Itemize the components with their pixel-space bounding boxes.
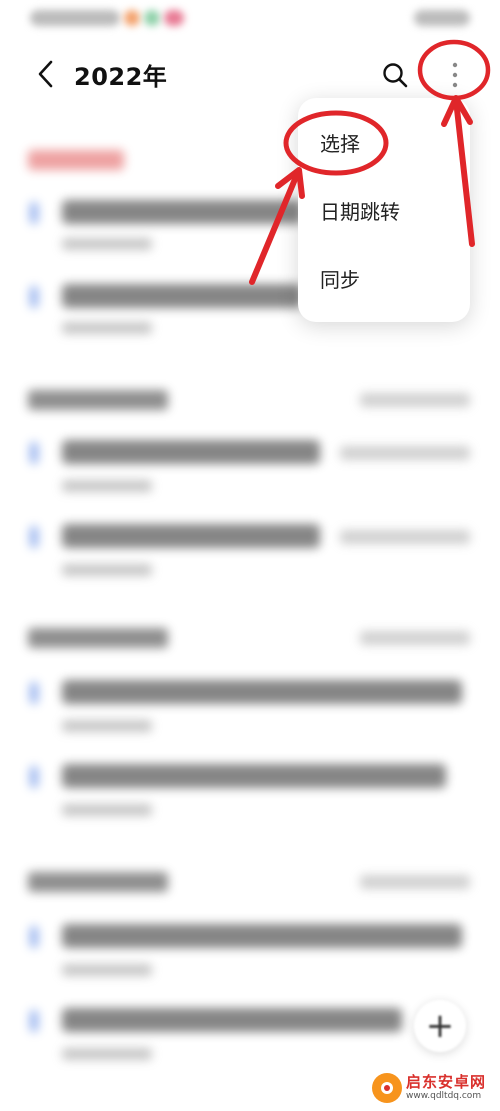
list-item-marker: [30, 442, 38, 464]
list-item: [62, 1008, 402, 1032]
section-date: [360, 393, 470, 407]
list-item-marker: [30, 926, 38, 948]
more-options-button[interactable]: [434, 54, 476, 96]
watermark-logo-icon: [372, 1073, 402, 1103]
section-header: [28, 390, 168, 410]
list-item: [62, 200, 302, 224]
list-item-meta: [340, 530, 470, 544]
section-header: [28, 628, 168, 648]
list-item-marker: [30, 526, 38, 548]
list-item: [62, 764, 446, 788]
search-button[interactable]: [374, 54, 416, 96]
status-time-blurred: [30, 10, 120, 26]
list-item-meta: [340, 446, 470, 460]
list-item-sub: [62, 720, 152, 732]
menu-item-sync[interactable]: 同步: [320, 258, 460, 298]
status-battery-blurred: [414, 10, 470, 26]
watermark: 启东安卓网 www.qdltdq.com: [372, 1070, 500, 1106]
list-item-sub: [62, 480, 152, 492]
watermark-url: www.qdltdq.com: [406, 1091, 482, 1101]
menu-item-select[interactable]: 选择: [320, 122, 460, 162]
section-date: [360, 875, 470, 889]
chevron-left-icon: [38, 60, 53, 88]
status-bar: [0, 0, 500, 38]
watermark-name: 启东安卓网: [406, 1073, 487, 1091]
status-icon-blurred: [164, 10, 184, 26]
list-item-sub: [62, 322, 152, 334]
list-item-sub: [62, 238, 152, 250]
list-item-sub: [62, 564, 152, 576]
list-item-marker: [30, 1010, 38, 1032]
overflow-menu: 选择 日期跳转 同步: [298, 98, 470, 322]
section-header: [28, 872, 168, 892]
list-item-marker: [30, 202, 38, 224]
list-item: [62, 284, 302, 308]
list-item-sub: [62, 804, 152, 816]
status-icon-blurred: [144, 10, 160, 26]
more-vertical-icon: [452, 62, 458, 88]
back-button[interactable]: [26, 54, 66, 94]
list-item-sub: [62, 1048, 152, 1060]
list-item-sub: [62, 964, 152, 976]
list-item-marker: [30, 766, 38, 788]
list-item: [62, 924, 462, 948]
menu-item-date-jump[interactable]: 日期跳转: [320, 190, 460, 230]
section-date: [360, 631, 470, 645]
status-icon-blurred: [124, 10, 140, 26]
list-item: [62, 440, 320, 464]
page-title: 2022年: [74, 63, 168, 91]
search-icon: [383, 63, 408, 88]
list-item-marker: [30, 682, 38, 704]
list-item: [62, 680, 462, 704]
list-item: [62, 524, 320, 548]
app-header: 2022年: [0, 40, 500, 104]
add-button[interactable]: +: [414, 1000, 466, 1052]
section-header: [28, 150, 124, 170]
list-item-marker: [30, 286, 38, 308]
